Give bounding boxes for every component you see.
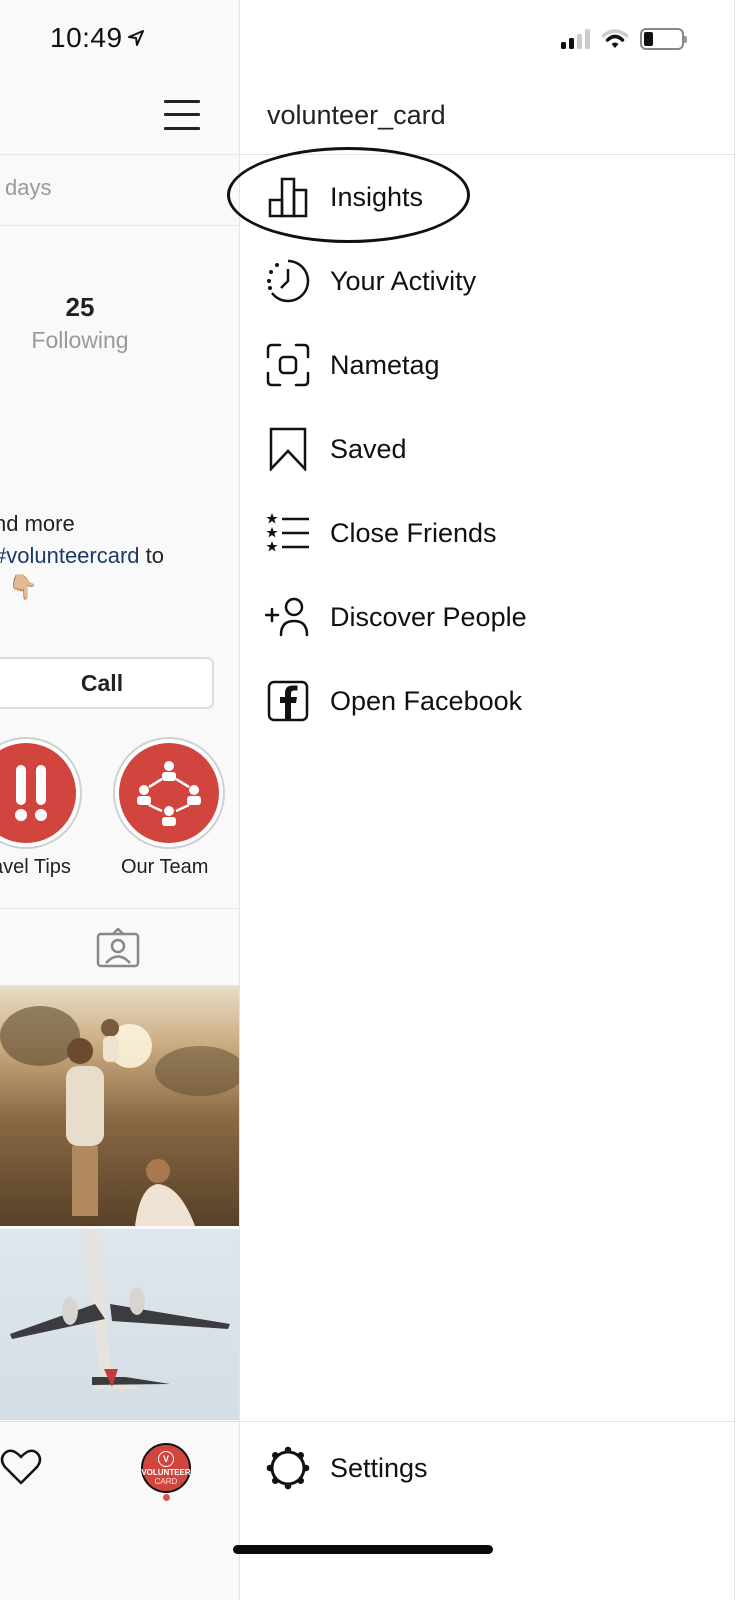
menu-item-saved[interactable]: Saved <box>264 419 704 479</box>
facebook-icon <box>267 680 309 722</box>
menu-label: Your Activity <box>330 265 477 296</box>
profile-background-panel: 10:49 days 25 Following nd more #volunte… <box>0 0 240 1600</box>
divider <box>0 908 239 909</box>
menu-label: Settings <box>330 1452 428 1483</box>
menu-label: Saved <box>330 433 407 464</box>
divider <box>0 154 239 155</box>
battery-icon <box>640 28 687 50</box>
hamburger-menu-icon[interactable] <box>164 98 202 132</box>
highlight-label: Our Team <box>121 856 209 878</box>
family-in-field-photo[interactable] <box>0 986 239 1226</box>
bookmark-icon <box>269 427 307 471</box>
menu-label: Nametag <box>330 349 440 380</box>
drawer-username: volunteer_card <box>267 100 446 130</box>
menu-drawer: volunteer_card Insights Your Activity Na… <box>227 0 735 1600</box>
menu-label: Insights <box>330 181 424 212</box>
settings-gear-icon <box>266 1446 310 1490</box>
airplane-illustration <box>10 1229 230 1389</box>
divider <box>240 1421 735 1422</box>
highlight-our-team[interactable] <box>113 737 225 849</box>
activity-clock-icon <box>267 259 310 303</box>
nametag-scan-icon <box>266 343 310 387</box>
profile-avatar-tab[interactable]: V VOLUNTEER CARD <box>141 1443 191 1493</box>
status-indicators <box>561 28 687 50</box>
double-exclamation-icon <box>15 765 47 821</box>
divider <box>240 154 735 155</box>
add-person-icon <box>265 597 309 637</box>
following-count: 25 <box>65 292 95 322</box>
avatar-monogram: V <box>158 1450 174 1467</box>
tagged-user-icon[interactable] <box>96 928 140 968</box>
menu-label: Open Facebook <box>330 685 523 716</box>
bio-text: to <box>139 543 165 568</box>
status-time: 10:49 <box>50 22 145 54</box>
bio-line-2: #volunteercard to <box>0 540 164 572</box>
menu-item-settings[interactable]: Settings <box>264 1438 704 1498</box>
profile-bio: nd more #volunteercard to 👇🏼 <box>0 508 164 604</box>
bio-line-1: nd more <box>0 511 75 536</box>
menu-label: Discover People <box>330 601 527 632</box>
following-label: Following <box>31 327 129 353</box>
menu-item-nametag[interactable]: Nametag <box>264 335 704 395</box>
avatar-text-bottom: CARD <box>154 1476 178 1486</box>
airplane-photo[interactable] <box>0 1229 239 1420</box>
following-stat[interactable]: 25 Following <box>0 292 160 354</box>
notification-dot <box>163 1494 170 1501</box>
pointing-down-emoji: 👇🏼 <box>8 574 38 601</box>
highlight-travel-tips[interactable] <box>0 737 82 849</box>
cellular-signal-icon <box>561 29 590 49</box>
wifi-icon <box>602 29 628 48</box>
home-indicator[interactable] <box>233 1545 493 1554</box>
time-text: 10:49 <box>50 22 123 53</box>
location-arrow-icon <box>127 30 144 46</box>
avatar-text-top: VOLUNTEER <box>141 1467 191 1477</box>
partial-days-text: days <box>5 175 52 200</box>
photo-illustration <box>0 1006 239 1226</box>
menu-item-your-activity[interactable]: Your Activity <box>264 251 704 311</box>
bar-chart-icon <box>268 177 308 218</box>
menu-item-close-friends[interactable]: Close Friends <box>264 503 704 563</box>
menu-item-discover-people[interactable]: Discover People <box>264 587 704 647</box>
close-friends-list-icon <box>266 513 309 552</box>
hashtag-link[interactable]: #volunteercard <box>0 543 140 568</box>
divider <box>0 225 239 226</box>
call-button[interactable]: Call <box>0 657 214 709</box>
heart-icon[interactable] <box>0 1447 42 1487</box>
menu-item-insights[interactable]: Insights <box>264 167 704 227</box>
highlight-label: avel Tips <box>0 856 71 878</box>
menu-label: Close Friends <box>330 517 497 548</box>
menu-item-open-facebook[interactable]: Open Facebook <box>264 671 704 731</box>
team-network-icon <box>137 761 201 826</box>
